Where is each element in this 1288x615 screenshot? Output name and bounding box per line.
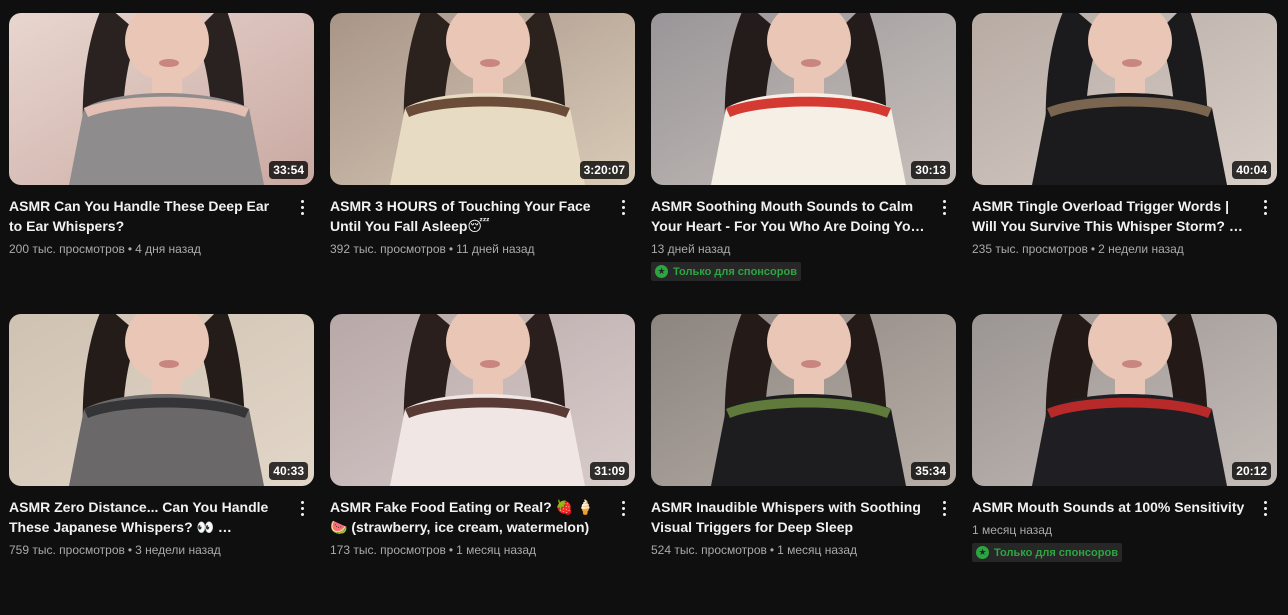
members-only-label: Только для спонсоров <box>673 265 797 278</box>
upload-age: 3 недели назад <box>135 543 221 557</box>
separator-dot: • <box>1090 242 1096 256</box>
video-title[interactable]: ASMR Soothing Mouth Sounds to Calm Your … <box>651 196 926 236</box>
video-thumbnail[interactable]: 35:34 <box>651 314 956 486</box>
video-duration: 3:20:07 <box>579 161 629 179</box>
video-details: ASMR Mouth Sounds at 100% Sensitivity 1 … <box>972 486 1277 562</box>
more-actions-icon[interactable] <box>932 195 956 219</box>
star-icon: ★ <box>655 265 668 278</box>
more-actions-icon[interactable] <box>611 496 635 520</box>
video-card[interactable]: 20:12 ASMR Mouth Sounds at 100% Sensitiv… <box>972 314 1277 615</box>
view-count: 173 тыс. просмотров <box>330 543 446 557</box>
thumbnail-image <box>651 13 956 185</box>
separator-dot: • <box>127 543 133 557</box>
video-thumbnail[interactable]: 40:33 <box>9 314 314 486</box>
separator-dot: • <box>448 242 454 256</box>
upload-age: 2 недели назад <box>1098 242 1184 256</box>
video-details: ASMR Soothing Mouth Sounds to Calm Your … <box>651 185 956 281</box>
video-grid: 33:54 ASMR Can You Handle These Deep Ear… <box>9 13 1279 615</box>
video-card[interactable]: 30:13 ASMR Soothing Mouth Sounds to Calm… <box>651 13 956 314</box>
video-details: ASMR Inaudible Whispers with Soothing Vi… <box>651 486 956 558</box>
video-details: ASMR 3 HOURS of Touching Your Face Until… <box>330 185 635 257</box>
video-duration: 30:13 <box>911 161 950 179</box>
video-thumbnail[interactable]: 20:12 <box>972 314 1277 486</box>
upload-age: 11 дней назад <box>456 242 535 256</box>
video-duration: 35:34 <box>911 462 950 480</box>
video-card[interactable]: 3:20:07 ASMR 3 HOURS of Touching Your Fa… <box>330 13 635 314</box>
video-card[interactable]: 40:04 ASMR Tingle Overload Trigger Words… <box>972 13 1277 314</box>
thumbnail-image <box>972 314 1277 486</box>
video-duration: 33:54 <box>269 161 308 179</box>
video-stats: 392 тыс. просмотров • 11 дней назад <box>330 241 605 257</box>
video-stats: 524 тыс. просмотров • 1 месяц назад <box>651 542 926 558</box>
upload-age: 1 месяц назад <box>777 543 858 557</box>
video-details: ASMR Tingle Overload Trigger Words | Wil… <box>972 185 1277 257</box>
video-thumbnail[interactable]: 3:20:07 <box>330 13 635 185</box>
video-card[interactable]: 40:33 ASMR Zero Distance... Can You Hand… <box>9 314 314 615</box>
separator-dot: • <box>448 543 454 557</box>
members-only-badge: ★ Только для спонсоров <box>651 262 801 281</box>
video-title[interactable]: ASMR Mouth Sounds at 100% Sensitivity <box>972 497 1247 517</box>
view-count: 235 тыс. просмотров <box>972 242 1088 256</box>
video-stats: 173 тыс. просмотров • 1 месяц назад <box>330 542 605 558</box>
upload-age: 13 дней назад <box>651 242 731 256</box>
view-count: 392 тыс. просмотров <box>330 242 446 256</box>
video-title[interactable]: ASMR Fake Food Eating or Real? 🍓 🍦 🍉 (st… <box>330 497 605 537</box>
more-actions-icon[interactable] <box>611 195 635 219</box>
more-actions-icon[interactable] <box>1253 496 1277 520</box>
thumbnail-image <box>330 314 635 486</box>
thumbnail-image <box>651 314 956 486</box>
video-stats: 235 тыс. просмотров • 2 недели назад <box>972 241 1247 257</box>
video-details: ASMR Zero Distance... Can You Handle The… <box>9 486 314 558</box>
video-title[interactable]: ASMR Tingle Overload Trigger Words | Wil… <box>972 196 1247 236</box>
view-count: 759 тыс. просмотров <box>9 543 125 557</box>
video-stats: 200 тыс. просмотров • 4 дня назад <box>9 241 284 257</box>
video-title[interactable]: ASMR Zero Distance... Can You Handle The… <box>9 497 284 537</box>
video-details: ASMR Fake Food Eating or Real? 🍓 🍦 🍉 (st… <box>330 486 635 558</box>
star-icon: ★ <box>976 546 989 559</box>
more-actions-icon[interactable] <box>1253 195 1277 219</box>
video-stats: 13 дней назад <box>651 241 926 257</box>
video-card[interactable]: 31:09 ASMR Fake Food Eating or Real? 🍓 🍦… <box>330 314 635 615</box>
video-stats: 759 тыс. просмотров • 3 недели назад <box>9 542 284 558</box>
separator-dot: • <box>769 543 775 557</box>
video-card[interactable]: 33:54 ASMR Can You Handle These Deep Ear… <box>9 13 314 314</box>
video-duration: 20:12 <box>1232 462 1271 480</box>
members-only-badge: ★ Только для спонсоров <box>972 543 1122 562</box>
separator-dot: • <box>127 242 133 256</box>
video-thumbnail[interactable]: 40:04 <box>972 13 1277 185</box>
upload-age: 1 месяц назад <box>456 543 537 557</box>
video-details: ASMR Can You Handle These Deep Ear to Ea… <box>9 185 314 257</box>
more-actions-icon[interactable] <box>290 496 314 520</box>
video-title[interactable]: ASMR 3 HOURS of Touching Your Face Until… <box>330 196 605 236</box>
thumbnail-image <box>9 13 314 185</box>
thumbnail-image <box>9 314 314 486</box>
thumbnail-image <box>972 13 1277 185</box>
video-duration: 31:09 <box>590 462 629 480</box>
more-actions-icon[interactable] <box>290 195 314 219</box>
view-count: 200 тыс. просмотров <box>9 242 125 256</box>
upload-age: 1 месяц назад <box>972 523 1052 537</box>
video-thumbnail[interactable]: 30:13 <box>651 13 956 185</box>
video-stats: 1 месяц назад <box>972 522 1247 538</box>
video-title[interactable]: ASMR Inaudible Whispers with Soothing Vi… <box>651 497 926 537</box>
video-thumbnail[interactable]: 31:09 <box>330 314 635 486</box>
more-actions-icon[interactable] <box>932 496 956 520</box>
video-thumbnail[interactable]: 33:54 <box>9 13 314 185</box>
members-only-label: Только для спонсоров <box>994 546 1118 559</box>
upload-age: 4 дня назад <box>135 242 201 256</box>
view-count: 524 тыс. просмотров <box>651 543 767 557</box>
video-title[interactable]: ASMR Can You Handle These Deep Ear to Ea… <box>9 196 284 236</box>
thumbnail-image <box>330 13 635 185</box>
video-card[interactable]: 35:34 ASMR Inaudible Whispers with Sooth… <box>651 314 956 615</box>
video-duration: 40:04 <box>1232 161 1271 179</box>
video-duration: 40:33 <box>269 462 308 480</box>
